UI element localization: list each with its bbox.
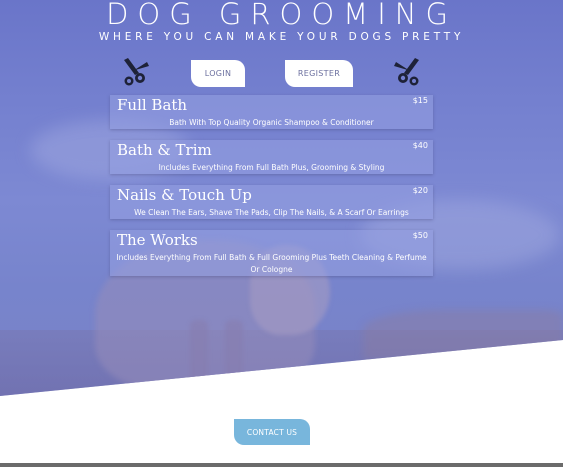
service-card-bath-trim[interactable]: Bath & Trim $40 Includes Everything From… bbox=[110, 140, 433, 174]
service-price: $20 bbox=[412, 186, 428, 195]
page-bottom-divider bbox=[0, 463, 563, 467]
service-name: The Works bbox=[117, 231, 198, 249]
background-brush bbox=[363, 310, 563, 360]
service-name: Bath & Trim bbox=[117, 141, 212, 159]
scissors-icon bbox=[124, 58, 149, 86]
contact-us-button[interactable]: CONTACT US bbox=[234, 419, 310, 445]
service-card-full-bath[interactable]: Full Bath $15 Bath With Top Quality Orga… bbox=[110, 95, 433, 129]
service-price: $40 bbox=[412, 141, 428, 150]
scissors-icon bbox=[394, 58, 419, 86]
service-card-nails-touch-up[interactable]: Nails & Touch Up $20 We Clean The Ears, … bbox=[110, 185, 433, 219]
service-description: We Clean The Ears, Shave The Pads, Clip … bbox=[134, 208, 409, 217]
site-title: DOG GROOMING bbox=[106, 0, 457, 31]
service-card-the-works[interactable]: The Works $50 Includes Everything From F… bbox=[110, 230, 433, 276]
service-description: Includes Everything From Full Bath Plus,… bbox=[158, 163, 385, 172]
service-description: Bath With Top Quality Organic Shampoo & … bbox=[169, 118, 374, 127]
site-tagline: WHERE YOU CAN MAKE YOUR DOGS PRETTY bbox=[98, 31, 465, 43]
dog-photo-leg bbox=[225, 320, 243, 390]
login-button[interactable]: LOGIN bbox=[191, 60, 245, 87]
service-description: Includes Everything From Full Bath & Ful… bbox=[116, 253, 427, 274]
service-price: $50 bbox=[412, 231, 428, 240]
service-price: $15 bbox=[412, 96, 428, 105]
service-name: Full Bath bbox=[117, 96, 188, 114]
dog-photo-leg bbox=[190, 320, 208, 390]
service-name: Nails & Touch Up bbox=[117, 186, 252, 204]
register-button[interactable]: REGISTER bbox=[285, 60, 353, 87]
